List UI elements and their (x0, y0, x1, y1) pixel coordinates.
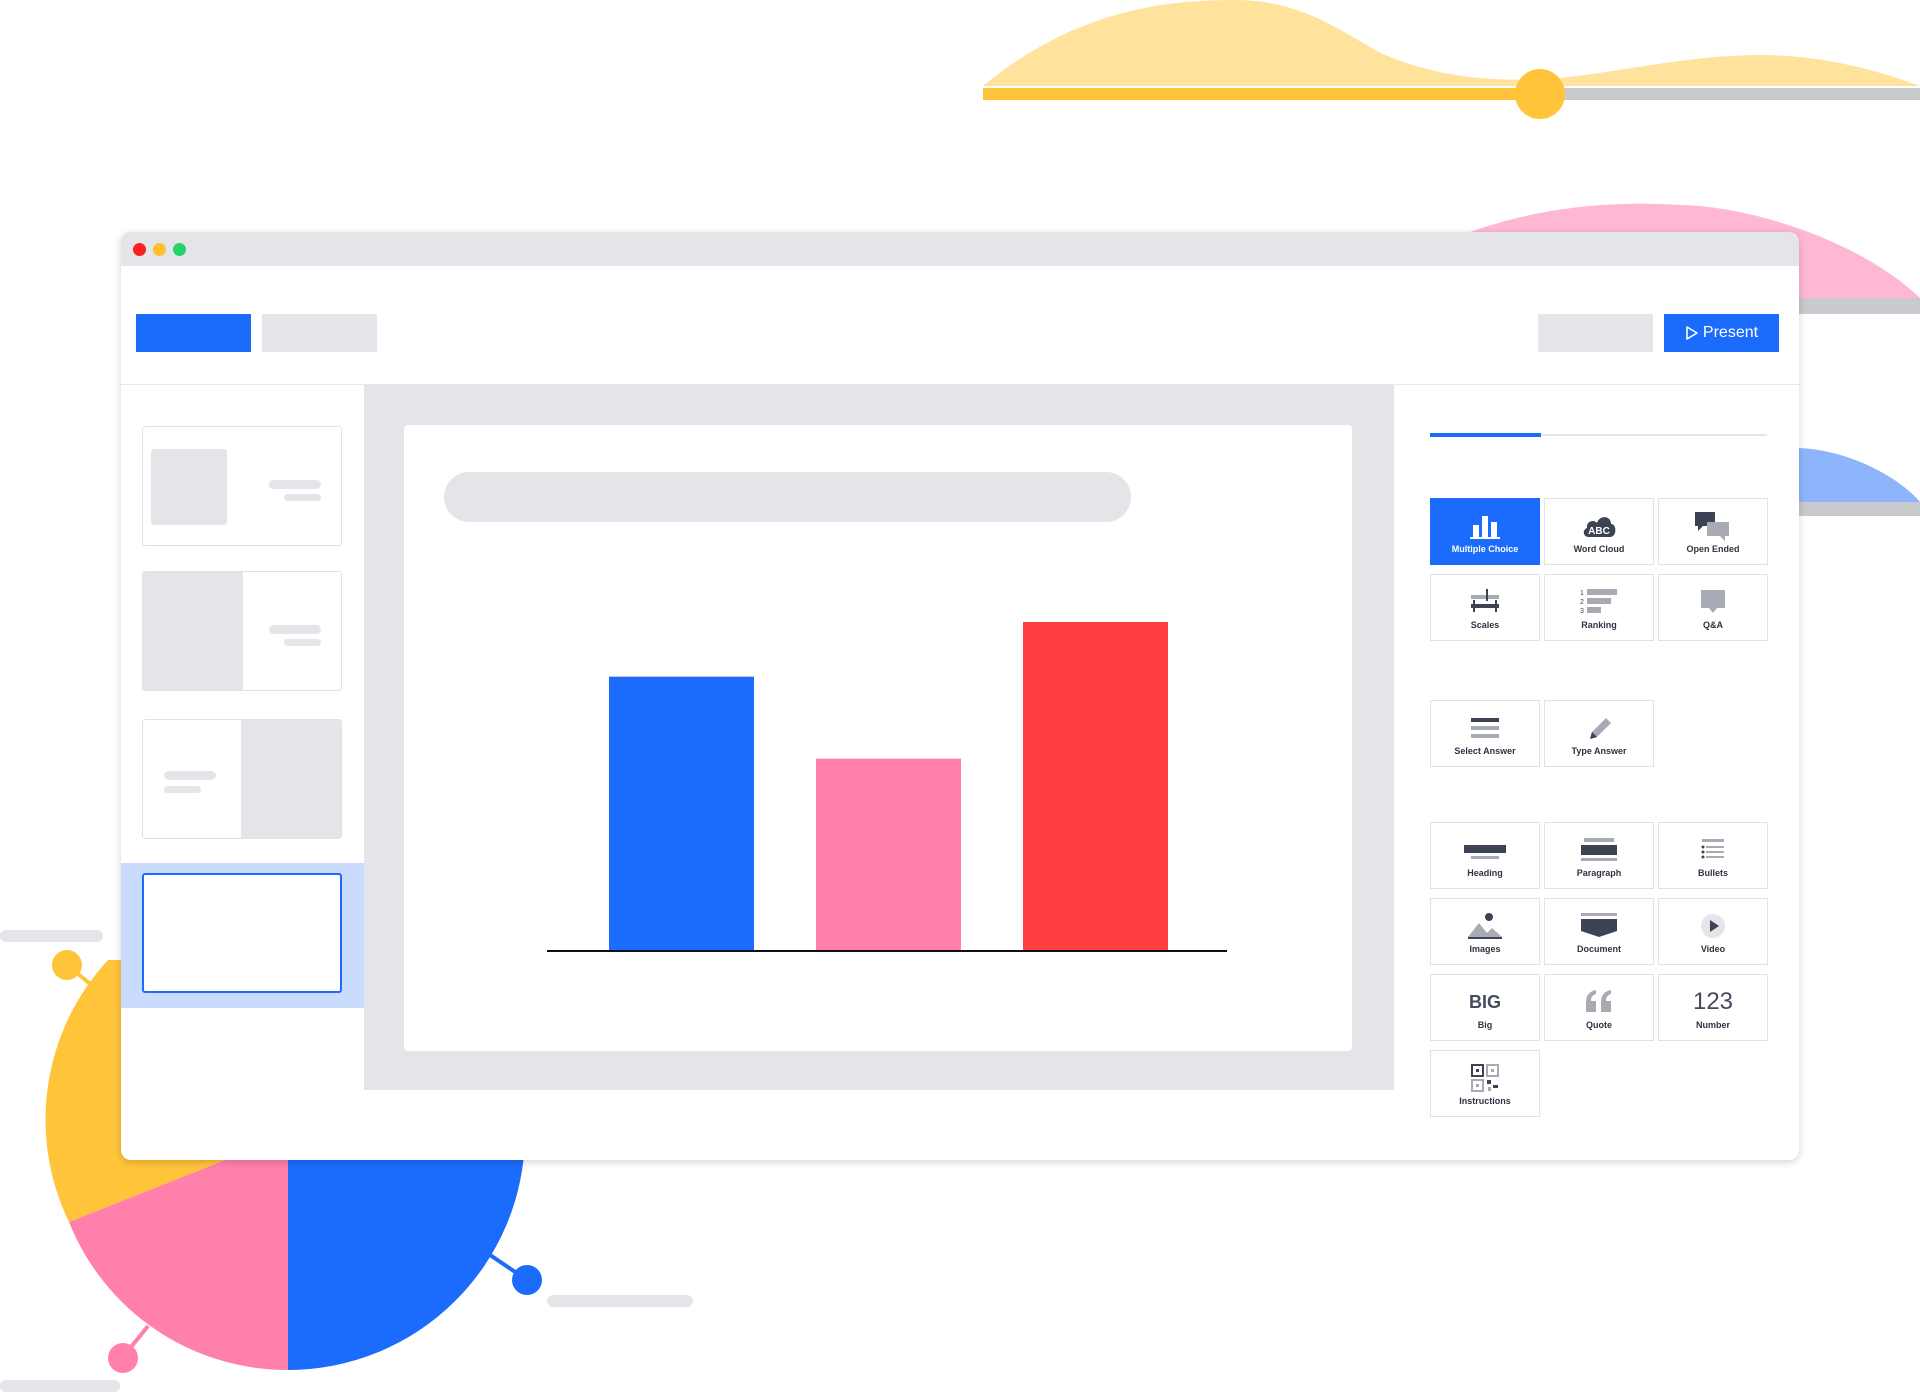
tile-label: Images (1469, 944, 1501, 954)
word-cloud-icon: ABC (1583, 517, 1616, 537)
ranking-icon: 1 2 3 (1580, 589, 1617, 615)
tile-images[interactable]: Images (1430, 898, 1540, 965)
window-titlebar (121, 232, 1799, 266)
chart-bar-2 (816, 758, 961, 950)
video-icon (1701, 914, 1725, 938)
present-label: Present (1702, 324, 1759, 341)
thumb-text-line (164, 771, 216, 780)
speech-bubbles-icon (1695, 512, 1729, 541)
tile-bullets[interactable]: Bullets (1658, 822, 1768, 889)
close-window-button[interactable] (133, 243, 146, 256)
number-icon: 123 (1692, 988, 1734, 1015)
bar-chart (547, 622, 1227, 952)
tile-label: Word Cloud (1573, 544, 1625, 554)
play-icon (1686, 326, 1698, 340)
slide-thumbnail-selected[interactable] (142, 873, 342, 993)
present-button[interactable]: Present (1664, 314, 1779, 352)
tile-label: Select Answer (1454, 746, 1516, 756)
tile-heading[interactable]: Heading (1430, 822, 1540, 889)
tile-type-answer[interactable]: Type Answer (1544, 700, 1654, 767)
slide-canvas[interactable] (404, 425, 1352, 1051)
svg-text:3: 3 (1580, 608, 1584, 615)
thumb-image-placeholder (143, 572, 243, 690)
thumb-text-line (164, 786, 201, 793)
minimize-window-button[interactable] (153, 243, 166, 256)
thumb-text-line (269, 625, 321, 634)
tile-label: Video (1700, 944, 1726, 954)
tile-multiple-choice[interactable]: Multiple Choice (1430, 498, 1540, 565)
slide-thumbnail[interactable] (142, 426, 342, 546)
quote-icon (1586, 990, 1611, 1012)
word-cloud-icon-text: ABC (1588, 526, 1610, 537)
scales-icon (1471, 589, 1499, 612)
tile-label: Paragraph (1576, 868, 1622, 878)
tile-big[interactable]: BIG Big (1430, 974, 1540, 1041)
svg-text:2: 2 (1580, 599, 1584, 606)
chart-bar-3 (1023, 622, 1168, 950)
tile-document[interactable]: Document (1544, 898, 1654, 965)
slider-handle (1515, 69, 1565, 119)
editor-canvas-area (364, 385, 1394, 1090)
tile-instructions[interactable]: Instructions (1430, 1050, 1540, 1117)
slide-thumbnail[interactable] (142, 719, 342, 839)
tile-video[interactable]: Video (1658, 898, 1768, 965)
thumb-image-placeholder (241, 720, 341, 838)
svg-text:1: 1 (1580, 590, 1584, 597)
bar-chart-icon (1470, 516, 1500, 539)
tile-scales[interactable]: Scales (1430, 574, 1540, 641)
tile-label: Ranking (1581, 620, 1617, 630)
share-button[interactable] (1538, 314, 1653, 352)
paragraph-icon (1581, 838, 1617, 861)
thumb-image-placeholder (151, 449, 227, 525)
qa-bubble-icon (1701, 590, 1725, 613)
tile-label: Open Ended (1686, 544, 1740, 554)
thumb-text-line (284, 494, 321, 501)
tile-label: Bullets (1697, 868, 1728, 878)
chart-bar-1 (609, 676, 754, 950)
qr-code-icon (1471, 1064, 1499, 1092)
tile-label: Document (1576, 944, 1621, 954)
app-window: Present Multiple Choice ABC Word Cloud O… (121, 232, 1799, 1160)
slide-thumbnail[interactable] (142, 571, 342, 691)
tile-ranking[interactable]: 1 2 3 Ranking (1544, 574, 1654, 641)
select-answer-icon (1471, 718, 1499, 738)
tile-label: Multiple Choice (1451, 544, 1519, 554)
tile-label: Heading (1467, 868, 1503, 878)
document-icon (1581, 913, 1617, 937)
big-text-icon: BIG (1468, 991, 1501, 1012)
tile-quote[interactable]: Quote (1544, 974, 1654, 1041)
tile-label: Quote (1586, 1020, 1612, 1030)
tile-label: Q&A (1703, 620, 1723, 630)
bullets-icon (1701, 839, 1724, 859)
tile-label: Instructions (1459, 1096, 1511, 1106)
add-slide-button[interactable] (136, 314, 251, 352)
secondary-toolbar-button[interactable] (262, 314, 377, 352)
tile-label: Type Answer (1571, 746, 1627, 756)
tile-label: Scales (1470, 620, 1500, 630)
image-icon (1468, 913, 1502, 939)
pencil-icon (1590, 718, 1611, 739)
panel-tab-active-indicator[interactable] (1430, 433, 1541, 437)
slide-type-panel: Multiple Choice ABC Word Cloud Open Ende… (1430, 385, 1770, 1145)
heading-icon (1464, 845, 1506, 859)
tile-label: Number (1695, 1020, 1730, 1030)
tile-qa[interactable]: Q&A (1658, 574, 1768, 641)
thumb-text-line (284, 639, 321, 646)
tile-word-cloud[interactable]: ABC Word Cloud (1544, 498, 1654, 565)
tile-number[interactable]: 123 Number (1658, 974, 1768, 1041)
slide-list (121, 385, 364, 1160)
tile-paragraph[interactable]: Paragraph (1544, 822, 1654, 889)
thumb-text-line (269, 480, 321, 489)
maximize-window-button[interactable] (173, 243, 186, 256)
tile-select-answer[interactable]: Select Answer (1430, 700, 1540, 767)
tile-open-ended[interactable]: Open Ended (1658, 498, 1768, 565)
tile-label: Big (1477, 1020, 1493, 1030)
